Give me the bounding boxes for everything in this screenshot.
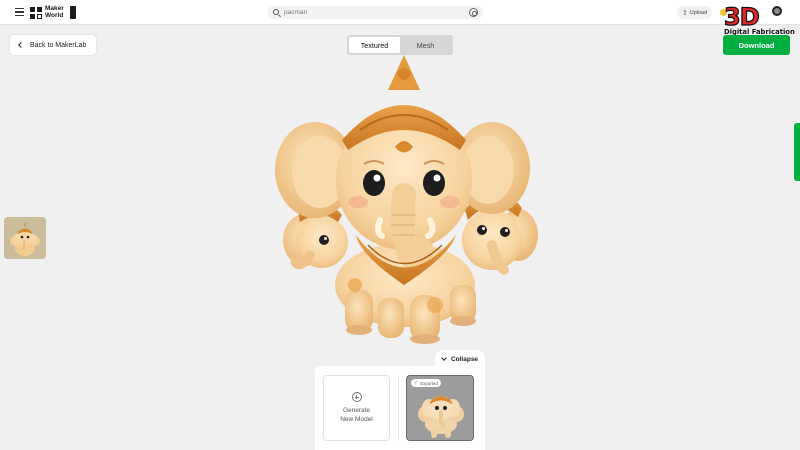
upload-label: Upload [689, 9, 708, 16]
back-button[interactable]: Back to MakerLab [10, 35, 96, 55]
search-icon [273, 9, 279, 15]
top-bar: Maker World ⇧ Upload [0, 0, 800, 25]
exported-label: Exported [420, 380, 438, 386]
check-icon: ✓ [414, 380, 419, 386]
source-image-thumbnail[interactable] [4, 217, 46, 259]
watermark-logo: 3D Digital Fabrication [720, 3, 795, 37]
collapse-label: Collapse [450, 355, 479, 363]
elephant-model-render [275, 55, 538, 344]
search-bar[interactable] [267, 6, 483, 19]
divider [398, 375, 399, 441]
watermark-title: 3D [723, 3, 760, 31]
exported-badge: ✓ Exported [411, 379, 441, 387]
back-label: Back to MakerLab [30, 41, 87, 49]
upload-icon: ⇧ [681, 9, 688, 17]
plus-circle-icon [351, 392, 362, 402]
chevron-left-icon [18, 42, 24, 48]
feedback-side-tab[interactable] [794, 123, 800, 181]
generate-label-line2: New Model [340, 416, 373, 423]
logo-text: Maker World [45, 5, 64, 19]
gear-icon [772, 6, 782, 16]
model-history-panel: Generate New Model ✓ Exported [315, 366, 485, 450]
search-input[interactable] [284, 7, 454, 18]
model-viewer[interactable] [260, 50, 550, 350]
download-button[interactable]: Download [723, 35, 790, 55]
generate-new-model-button[interactable]: Generate New Model [323, 375, 390, 441]
menu-icon[interactable] [15, 8, 24, 16]
chevron-down-icon [441, 354, 447, 361]
generated-model-card[interactable]: ✓ Exported [406, 375, 474, 441]
elephant-thumbnail-image [4, 217, 46, 259]
image-search-icon[interactable] [469, 8, 478, 17]
logo-mark-icon [30, 6, 42, 19]
upload-button[interactable]: ⇧ Upload [677, 6, 712, 19]
logo-badge [70, 6, 76, 19]
generate-label-line1: Generate [342, 407, 371, 414]
logo[interactable]: Maker World [30, 5, 76, 20]
